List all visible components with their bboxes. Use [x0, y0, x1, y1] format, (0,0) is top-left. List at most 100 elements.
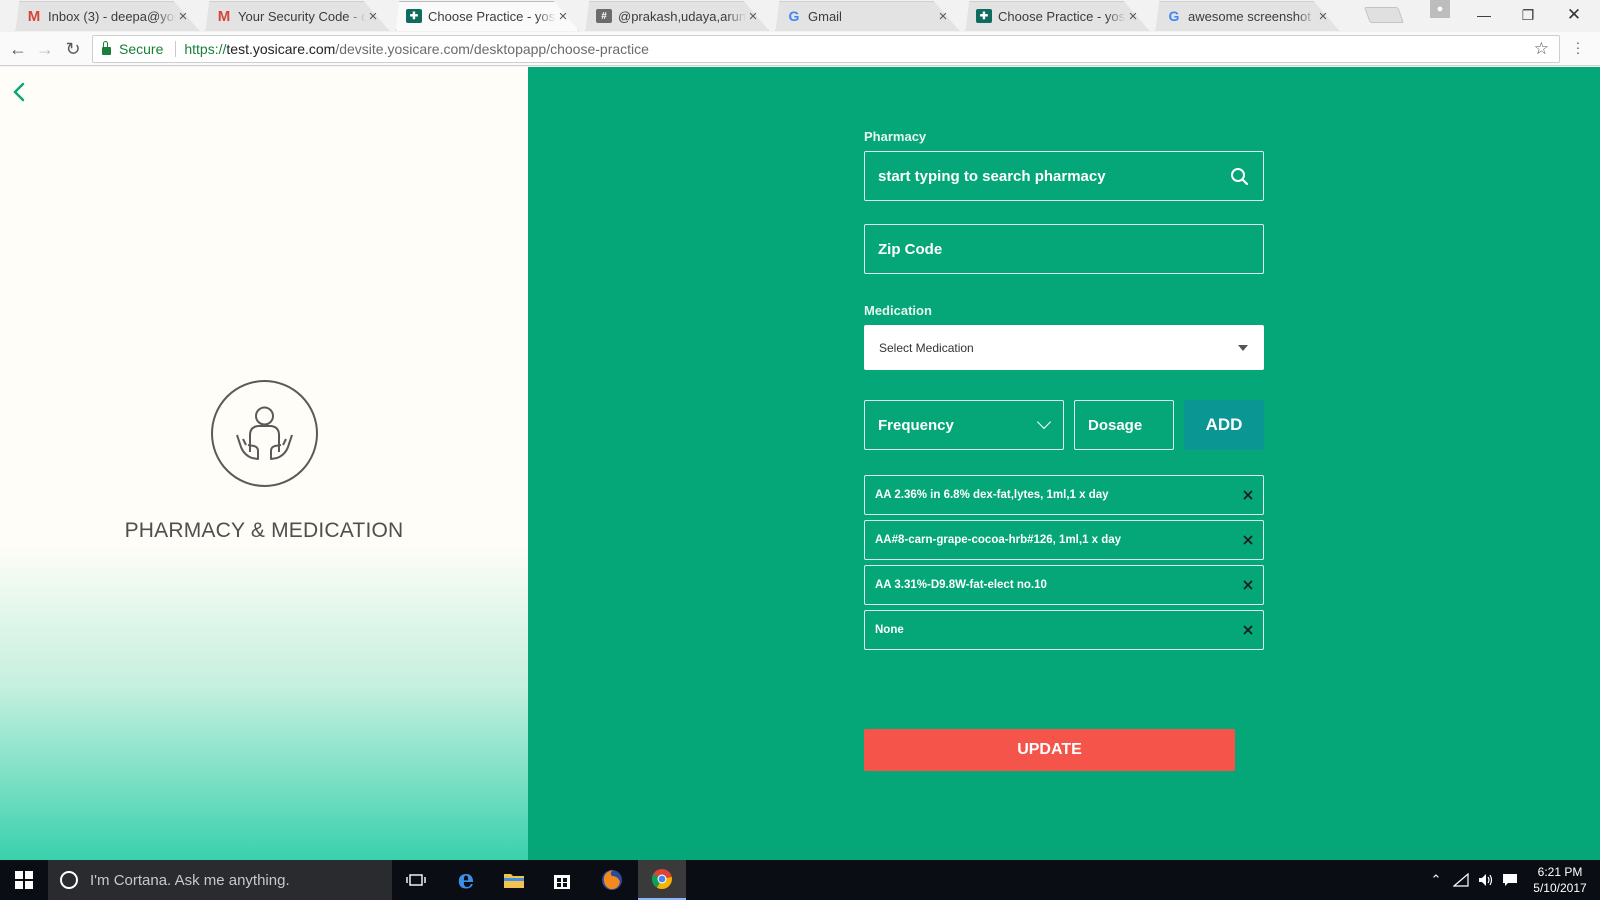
- windows-taskbar: I'm Cortana. Ask me anything. e ⌃ 6:21 P…: [0, 860, 1600, 900]
- browser-toolbar: ← → ↻ Secure https:// test.yosicare.com …: [0, 32, 1600, 66]
- medication-item: AA#8-carn-grape-cocoa-hrb#126, 1ml,1 x d…: [864, 520, 1264, 560]
- close-icon[interactable]: ×: [936, 8, 950, 25]
- zip-code-input[interactable]: [878, 240, 1250, 258]
- browser-tab[interactable]: G awesome screenshot - Google ×: [1144, 1, 1340, 31]
- new-tab-button[interactable]: [1364, 7, 1404, 23]
- url-host: test.yosicare.com: [226, 41, 336, 57]
- medication-item-label: AA#8-carn-grape-cocoa-hrb#126, 1ml,1 x d…: [875, 534, 1122, 546]
- section-title: PHARMACY & MEDICATION: [124, 519, 404, 542]
- remove-x-icon[interactable]: [1241, 488, 1255, 502]
- store-icon[interactable]: [538, 860, 586, 900]
- pharmacy-medication-form: Pharmacy Medication Select Medication Fr…: [864, 129, 1264, 655]
- left-panel: PHARMACY & MEDICATION: [0, 67, 528, 860]
- browser-tab[interactable]: G Gmail ×: [764, 1, 960, 31]
- yosi-icon: ✚: [976, 9, 992, 23]
- medication-select[interactable]: Select Medication: [864, 325, 1264, 370]
- frequency-dosage-row: Frequency ADD: [864, 400, 1264, 450]
- bookmark-star-icon[interactable]: ☆: [1534, 39, 1549, 59]
- remove-x-icon[interactable]: [1241, 533, 1255, 547]
- url-path: /devsite.yosicare.com/desktopapp/choose-…: [335, 41, 649, 57]
- tab-title: Inbox (3) - deepa@yosicare: [48, 8, 176, 24]
- medication-label: Medication: [864, 303, 932, 318]
- chrome-icon[interactable]: [638, 860, 686, 900]
- pharmacy-label: Pharmacy: [864, 129, 927, 144]
- tab-title: Choose Practice - yosi wp: [998, 8, 1126, 24]
- browser-tab[interactable]: M Your Security Code - deepa ×: [194, 1, 390, 31]
- close-icon[interactable]: ×: [1126, 8, 1140, 25]
- frequency-select-value: Frequency: [878, 416, 954, 434]
- tray-chevron-up-icon[interactable]: ⌃: [1426, 860, 1446, 900]
- cortana-icon: [60, 871, 78, 889]
- back-chevron-icon[interactable]: [12, 81, 36, 105]
- add-medication-button[interactable]: ADD: [1184, 400, 1264, 450]
- close-icon[interactable]: ×: [366, 8, 380, 25]
- clock-time: 6:21 PM: [1537, 865, 1583, 879]
- tab-title: Your Security Code - deepa: [238, 8, 366, 24]
- close-icon[interactable]: ×: [556, 8, 570, 25]
- yosi-icon: ✚: [406, 9, 422, 23]
- network-icon[interactable]: [1450, 860, 1472, 900]
- pharmacy-search-input[interactable]: [878, 167, 1250, 185]
- windows-start-icon[interactable]: [0, 860, 48, 900]
- browser-tab[interactable]: ✚ Choose Practice - yosi wp ×: [954, 1, 1150, 31]
- frequency-select[interactable]: Frequency: [864, 400, 1064, 450]
- taskbar-clock[interactable]: 6:21 PM 5/10/2017: [1525, 864, 1595, 896]
- close-icon[interactable]: ×: [746, 8, 760, 25]
- forward-arrow-icon[interactable]: →: [33, 37, 57, 61]
- medication-item: None: [864, 610, 1264, 650]
- clock-date: 5/10/2017: [1533, 881, 1587, 895]
- address-bar[interactable]: Secure https:// test.yosicare.com /devsi…: [92, 35, 1560, 63]
- medication-item-label: AA 3.31%-D9.8W-fat-elect no.10: [875, 579, 1047, 591]
- restore-icon[interactable]: ❐: [1506, 0, 1550, 30]
- tab-title: Choose Practice - yosi wp: [428, 8, 556, 24]
- tab-title: awesome screenshot - Google: [1188, 8, 1316, 24]
- dosage-field[interactable]: [1074, 400, 1174, 450]
- gmail-icon: M: [217, 7, 231, 25]
- medication-item-label: None: [875, 624, 904, 636]
- minimize-icon[interactable]: —: [1462, 0, 1506, 30]
- edge-browser-icon[interactable]: e: [442, 860, 490, 900]
- google-icon: G: [1168, 8, 1180, 24]
- app-page: PHARMACY & MEDICATION Pharmacy Medicatio…: [0, 67, 1600, 860]
- tab-title: @prakash,udaya,arun,yosi: [618, 8, 746, 24]
- divider: [175, 41, 177, 57]
- hash-icon: #: [596, 9, 612, 23]
- file-explorer-icon[interactable]: [490, 860, 538, 900]
- close-icon[interactable]: ×: [1316, 8, 1330, 25]
- window-close-icon[interactable]: ✕: [1552, 0, 1596, 30]
- remove-x-icon[interactable]: [1241, 578, 1255, 592]
- update-button[interactable]: UPDATE: [864, 729, 1235, 771]
- browser-tab-active[interactable]: ✚ Choose Practice - yosi wp ×: [384, 1, 580, 31]
- tab-title: Gmail: [808, 8, 842, 24]
- medication-list: AA 2.36% in 6.8% dex-fat,lytes, 1ml,1 x …: [864, 475, 1264, 650]
- reload-icon[interactable]: ↻: [61, 37, 85, 61]
- medication-item: AA 3.31%-D9.8W-fat-elect no.10: [864, 565, 1264, 605]
- secure-label: Secure: [119, 41, 164, 57]
- search-icon[interactable]: [1229, 166, 1251, 188]
- close-icon[interactable]: ×: [176, 8, 190, 25]
- profile-icon[interactable]: ●: [1430, 0, 1450, 18]
- caring-hands-person-icon: [211, 380, 318, 487]
- remove-x-icon[interactable]: [1241, 623, 1255, 637]
- right-panel: Pharmacy Medication Select Medication Fr…: [528, 67, 1600, 860]
- cortana-search-box[interactable]: I'm Cortana. Ask me anything.: [48, 860, 392, 900]
- medication-select-value: Select Medication: [879, 340, 974, 355]
- gmail-icon: M: [27, 7, 41, 25]
- volume-icon[interactable]: [1475, 860, 1497, 900]
- firefox-icon[interactable]: [588, 860, 636, 900]
- pharmacy-search-field[interactable]: [864, 151, 1264, 201]
- browser-menu-icon[interactable]: · · ·: [1572, 35, 1584, 59]
- dosage-input[interactable]: [1088, 416, 1160, 434]
- task-view-icon[interactable]: [392, 860, 440, 900]
- lock-icon: [102, 41, 111, 55]
- medication-item: AA 2.36% in 6.8% dex-fat,lytes, 1ml,1 x …: [864, 475, 1264, 515]
- browser-tab[interactable]: M Inbox (3) - deepa@yosicare ×: [4, 1, 200, 31]
- medication-item-label: AA 2.36% in 6.8% dex-fat,lytes, 1ml,1 x …: [875, 489, 1109, 501]
- notifications-icon[interactable]: [1499, 860, 1521, 900]
- back-arrow-icon[interactable]: ←: [6, 37, 30, 61]
- url-scheme: https://: [184, 41, 227, 57]
- zip-code-field[interactable]: [864, 224, 1264, 274]
- browser-tab-strip: M Inbox (3) - deepa@yosicare × M Your Se…: [0, 0, 1600, 32]
- browser-tab[interactable]: # @prakash,udaya,arun,yosi ×: [574, 1, 770, 31]
- google-icon: G: [788, 8, 800, 24]
